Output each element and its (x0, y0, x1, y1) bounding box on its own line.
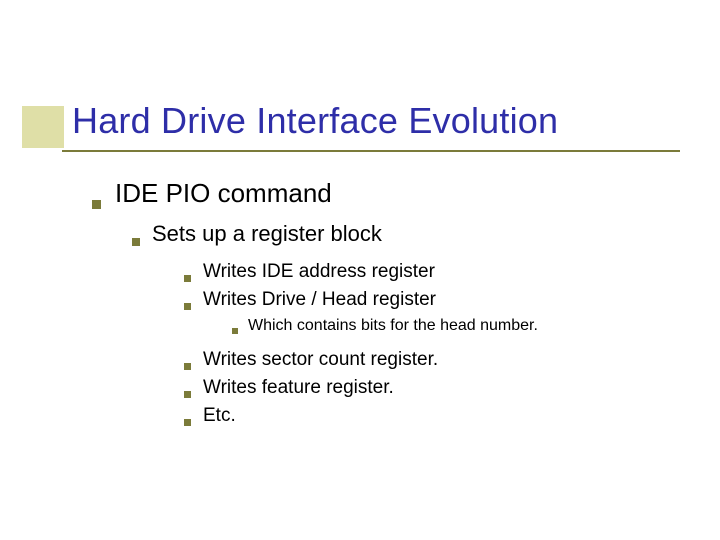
title-underline (62, 150, 680, 152)
list-item-label: Sets up a register block (152, 221, 382, 247)
square-bullet-icon (92, 200, 101, 209)
list-item: Writes feature register. (184, 377, 680, 399)
title-accent-square (22, 106, 64, 148)
list-item: IDE PIO command (92, 178, 680, 209)
list-item: Etc. (184, 405, 680, 427)
slide-title: Hard Drive Interface Evolution (72, 100, 558, 142)
list-item: Sets up a register block (132, 221, 680, 247)
list-item: Writes IDE address register (184, 261, 680, 283)
square-bullet-icon (184, 391, 191, 398)
list-item: Writes Drive / Head register (184, 289, 680, 311)
square-bullet-icon (184, 275, 191, 282)
list-item-label: Writes sector count register. (203, 349, 438, 371)
list-item-label: Writes feature register. (203, 377, 394, 399)
list-item-label: Writes IDE address register (203, 261, 435, 283)
square-bullet-icon (184, 303, 191, 310)
list-item-label: Writes Drive / Head register (203, 289, 436, 311)
slide: Hard Drive Interface Evolution IDE PIO c… (0, 0, 720, 540)
list-item-label: Etc. (203, 405, 236, 427)
square-bullet-icon (232, 328, 238, 334)
square-bullet-icon (132, 238, 140, 246)
list-item: Writes sector count register. (184, 349, 680, 371)
slide-content: IDE PIO command Sets up a register block… (92, 178, 680, 433)
square-bullet-icon (184, 419, 191, 426)
list-item-label: Which contains bits for the head number. (248, 317, 538, 335)
square-bullet-icon (184, 363, 191, 370)
list-item: Which contains bits for the head number. (232, 317, 680, 335)
list-item-label: IDE PIO command (115, 178, 332, 209)
